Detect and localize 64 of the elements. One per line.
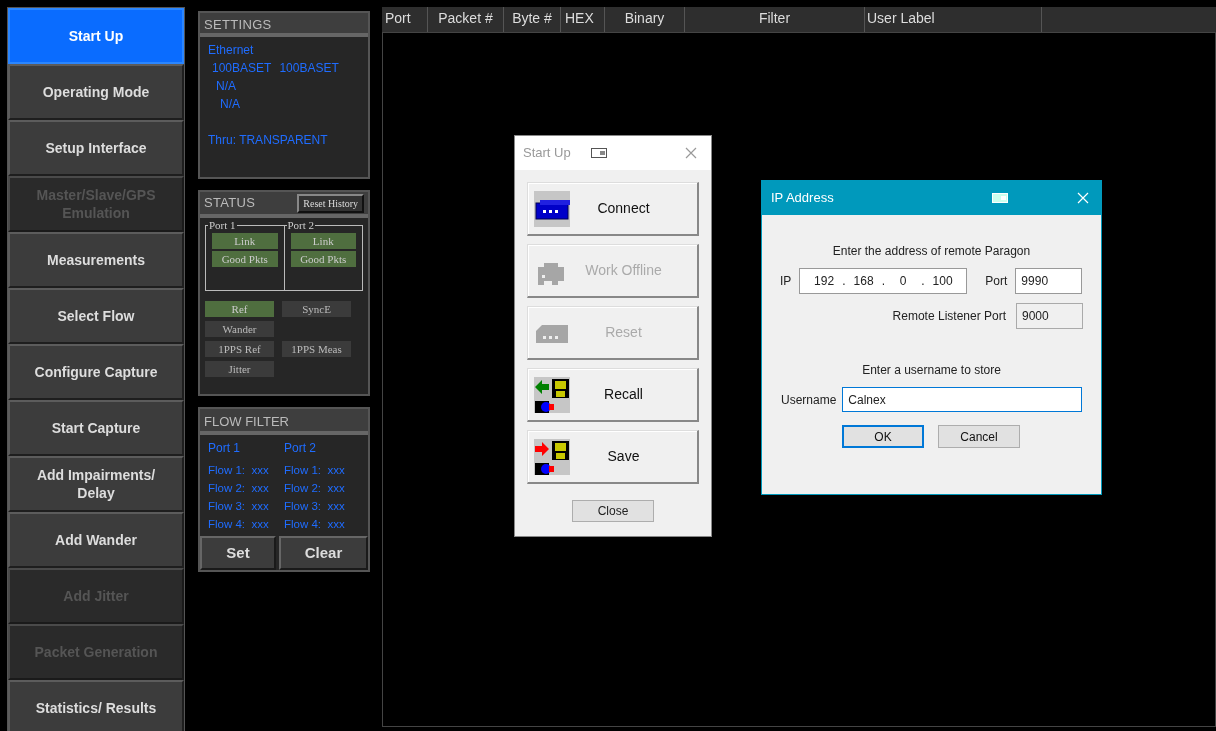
startup-action-button[interactable]: Recall [527,368,699,422]
nav-button[interactable]: Add Wander [8,512,184,568]
nav-button[interactable]: Add Impairments/ Delay [8,456,184,512]
prompt-text: Enter the address of remote Paragon [832,243,1031,260]
filter-button[interactable]: Set [200,536,276,570]
status-indicator: SyncE [282,301,351,317]
panel-title: FLOW FILTER [200,409,368,435]
startup-action-button[interactable]: Save [527,430,699,484]
listener-port-field: 9000 [1016,303,1083,329]
status-indicator: Jitter [205,361,274,377]
nav-button[interactable]: Setup Interface [8,120,184,176]
status-indicator: Link [290,233,356,249]
status-indicator: Link [212,233,278,249]
status-indicator: Good Pkts [290,251,356,267]
flow-text: Flow 3: xxx [208,499,270,514]
ip-address-field[interactable]: 192 . 168 . 0 . 100 [799,268,968,294]
nav-button[interactable]: Start Capture [8,400,184,456]
setting-text: Thru: TRANSPARENT [208,132,328,149]
startup-action-button[interactable]: Connect [527,182,699,236]
setting-text: Ethernet [208,42,254,59]
setting-text: 100BASET [279,60,339,77]
panel-title: SETTINGS [200,13,368,37]
nav-button[interactable]: Operating Mode [8,64,184,120]
dialog-title: Start Up [523,144,571,163]
port-field[interactable]: 9990 [1015,268,1083,294]
device-icon [534,190,570,227]
status-indicator: Good Pkts [212,251,278,267]
setting-text: N/A [216,78,236,95]
panel-title: STATUS [204,194,256,213]
filter-button[interactable]: Clear [279,536,368,570]
port-label: Port 1 [208,440,241,457]
window-icon [590,148,607,158]
dialog-button[interactable]: Cancel [938,425,1020,448]
ip-label: IP [780,273,792,290]
status-indicator: Ref [205,301,274,317]
flow-text: Flow 4: xxx [208,517,270,532]
status-indicator: 1PPS Meas [282,341,351,357]
flow-text: Flow 3: xxx [284,499,346,514]
flow-text: Flow 2: xxx [284,481,346,496]
setting-text: 100BASET [212,60,272,77]
username-label: Username [781,391,837,409]
nav-button[interactable]: Measurements [8,232,184,288]
port-label: Port 2 [284,440,317,457]
nav-button[interactable]: Select Flow [8,288,184,344]
dialog-title: IP Address [771,189,834,208]
status-indicator: Wander [205,321,274,337]
dialog-button[interactable]: OK [842,425,924,448]
flow-text: Flow 1: xxx [284,463,346,478]
window-icon [991,193,1008,203]
listener-port-label: Remote Listener Port [892,308,1006,325]
flow-text: Flow 4: xxx [284,517,346,532]
port-label: Port [985,273,1008,290]
nav-button[interactable]: Start Up [8,8,184,64]
nav-button[interactable]: Configure Capture [8,344,184,400]
reset-history-button[interactable]: Reset History [297,193,364,213]
username-field[interactable]: Calnex [842,387,1083,412]
close-icon[interactable] [685,147,697,159]
flow-text: Flow 2: xxx [208,481,270,496]
status-indicator: 1PPS Ref [205,341,274,357]
close-button[interactable]: Close [572,500,654,522]
nav-button[interactable]: Statistics/ Results [8,680,184,731]
setting-text: N/A [220,96,240,113]
flow-text: Flow 1: xxx [208,463,270,478]
prompt-text: Enter a username to store [862,362,1001,379]
